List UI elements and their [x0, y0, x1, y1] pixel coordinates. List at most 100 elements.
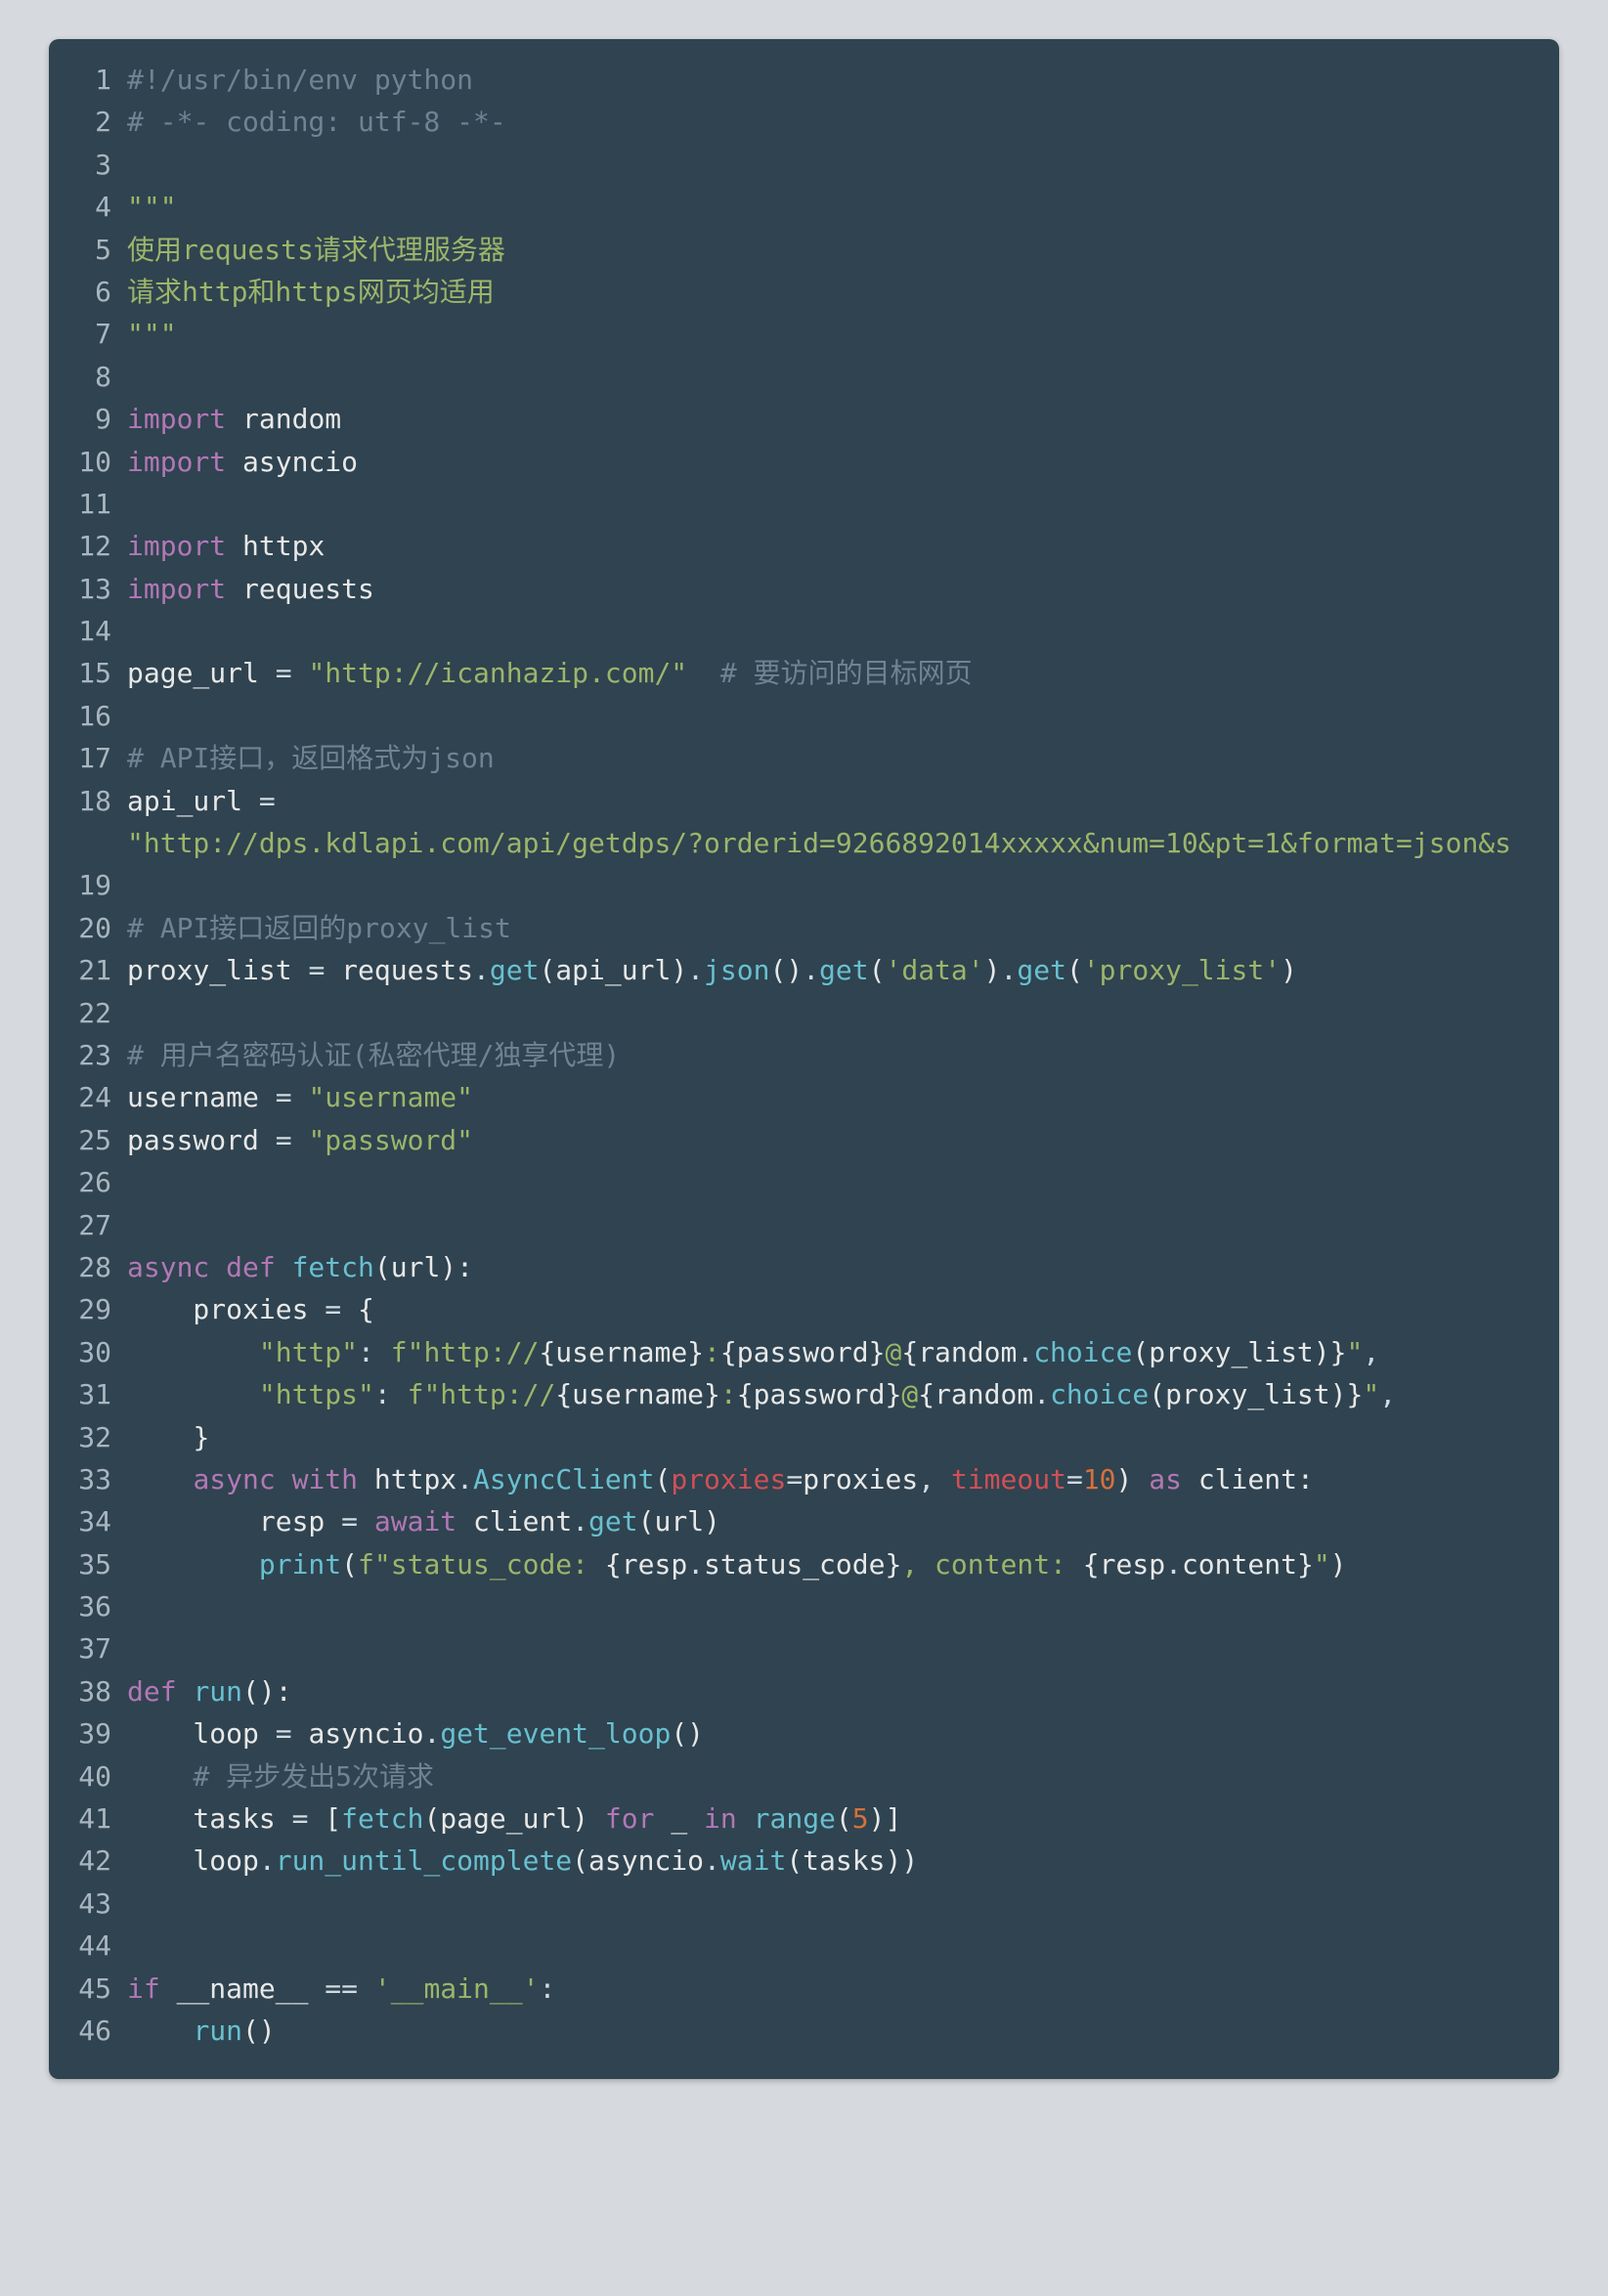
code-content: "http": f"http://{username}:{password}@{… — [121, 1331, 1379, 1373]
line-number: 1 — [49, 59, 121, 101]
line-number: 41 — [49, 1798, 121, 1840]
line-number: 8 — [49, 356, 121, 398]
line-number: 15 — [49, 652, 121, 694]
line-number: 38 — [49, 1670, 121, 1712]
code-content: # API接口，返回格式为json — [121, 737, 495, 779]
code-content — [121, 1161, 144, 1203]
code-line: 18api_url = — [49, 780, 1559, 822]
code-line: 33 async with httpx.AsyncClient(proxies=… — [49, 1458, 1559, 1500]
code-content: tasks = [fetch(page_url) for _ in range(… — [121, 1798, 901, 1840]
code-line: 28async def fetch(url): — [49, 1246, 1559, 1288]
code-content: # API接口返回的proxy_list — [121, 907, 511, 949]
line-number: 22 — [49, 992, 121, 1034]
code-line: 6请求http和https网页均适用 — [49, 271, 1559, 313]
line-number: 5 — [49, 229, 121, 271]
code-content: async def fetch(url): — [121, 1246, 473, 1288]
line-number: 17 — [49, 737, 121, 779]
code-line: 16 — [49, 695, 1559, 737]
code-content: api_url = — [121, 780, 276, 822]
code-line: 4""" — [49, 186, 1559, 228]
line-number: 2 — [49, 101, 121, 143]
code-content — [121, 695, 144, 737]
line-number: 11 — [49, 483, 121, 525]
line-number: 12 — [49, 525, 121, 567]
line-number: 45 — [49, 1968, 121, 2010]
code-content: """ — [121, 186, 177, 228]
line-number: 25 — [49, 1119, 121, 1161]
code-content — [121, 1925, 144, 1967]
code-content: "https": f"http://{username}:{password}@… — [121, 1373, 1396, 1415]
code-content: # 用户名密码认证(私密代理/独享代理) — [121, 1034, 620, 1076]
code-line: 30 "http": f"http://{username}:{password… — [49, 1331, 1559, 1373]
line-number: 26 — [49, 1161, 121, 1203]
code-content: print(f"status_code: {resp.status_code},… — [121, 1543, 1347, 1585]
code-content: loop = asyncio.get_event_loop() — [121, 1712, 704, 1754]
line-number: 44 — [49, 1925, 121, 1967]
code-line: 34 resp = await client.get(url) — [49, 1500, 1559, 1542]
code-content: run() — [121, 2010, 276, 2052]
line-number: 32 — [49, 1416, 121, 1458]
code-content: password = "password" — [121, 1119, 473, 1161]
code-editor: 1#!/usr/bin/env python2# -*- coding: utf… — [49, 39, 1559, 2079]
code-content: resp = await client.get(url) — [121, 1500, 720, 1542]
code-content — [121, 1585, 144, 1627]
code-line: 17# API接口，返回格式为json — [49, 737, 1559, 779]
code-line: 36 — [49, 1585, 1559, 1627]
line-number: 27 — [49, 1204, 121, 1246]
code-line: 19 — [49, 864, 1559, 906]
code-line: 7""" — [49, 313, 1559, 355]
code-content — [121, 144, 144, 186]
line-number: 33 — [49, 1458, 121, 1500]
line-number: 37 — [49, 1627, 121, 1669]
code-content — [121, 992, 144, 1034]
line-number: 23 — [49, 1034, 121, 1076]
code-line: 10import asyncio — [49, 441, 1559, 483]
code-line: 9import random — [49, 398, 1559, 440]
code-content: #!/usr/bin/env python — [121, 59, 473, 101]
code-content — [121, 483, 144, 525]
code-content: } — [121, 1416, 209, 1458]
code-content — [121, 864, 144, 906]
line-number: 16 — [49, 695, 121, 737]
code-line: 37 — [49, 1627, 1559, 1669]
code-line: 40 # 异步发出5次请求 — [49, 1755, 1559, 1798]
code-content — [121, 1883, 144, 1925]
line-number: 28 — [49, 1246, 121, 1288]
line-number: 36 — [49, 1585, 121, 1627]
code-line: 12import httpx — [49, 525, 1559, 567]
code-line: 24username = "username" — [49, 1076, 1559, 1118]
line-number: 13 — [49, 568, 121, 610]
line-number: 29 — [49, 1288, 121, 1330]
code-content — [121, 356, 144, 398]
line-number: 30 — [49, 1331, 121, 1373]
code-line: 22 — [49, 992, 1559, 1034]
line-number: 3 — [49, 144, 121, 186]
code-line: 18"http://dps.kdlapi.com/api/getdps/?ord… — [49, 822, 1559, 864]
line-number: 24 — [49, 1076, 121, 1118]
code-line: 1#!/usr/bin/env python — [49, 59, 1559, 101]
code-line: 39 loop = asyncio.get_event_loop() — [49, 1712, 1559, 1754]
line-number: 19 — [49, 864, 121, 906]
code-content: import random — [121, 398, 341, 440]
code-line: 2# -*- coding: utf-8 -*- — [49, 101, 1559, 143]
code-line: 26 — [49, 1161, 1559, 1203]
line-number: 40 — [49, 1755, 121, 1798]
line-number: 42 — [49, 1840, 121, 1882]
code-line: 46 run() — [49, 2010, 1559, 2052]
code-content — [121, 1204, 144, 1246]
code-content: page_url = "http://icanhazip.com/" # 要访问… — [121, 652, 973, 694]
code-line: 31 "https": f"http://{username}:{passwor… — [49, 1373, 1559, 1415]
code-content: """ — [121, 313, 177, 355]
code-line: 44 — [49, 1925, 1559, 1967]
code-line: 20# API接口返回的proxy_list — [49, 907, 1559, 949]
line-number: 20 — [49, 907, 121, 949]
line-number: 10 — [49, 441, 121, 483]
code-content: "http://dps.kdlapi.com/api/getdps/?order… — [121, 822, 1511, 864]
code-content: def run(): — [121, 1670, 292, 1712]
code-line: 32 } — [49, 1416, 1559, 1458]
code-line: 35 print(f"status_code: {resp.status_cod… — [49, 1543, 1559, 1585]
line-number: 14 — [49, 610, 121, 652]
code-line: 27 — [49, 1204, 1559, 1246]
code-line: 29 proxies = { — [49, 1288, 1559, 1330]
code-line: 38def run(): — [49, 1670, 1559, 1712]
